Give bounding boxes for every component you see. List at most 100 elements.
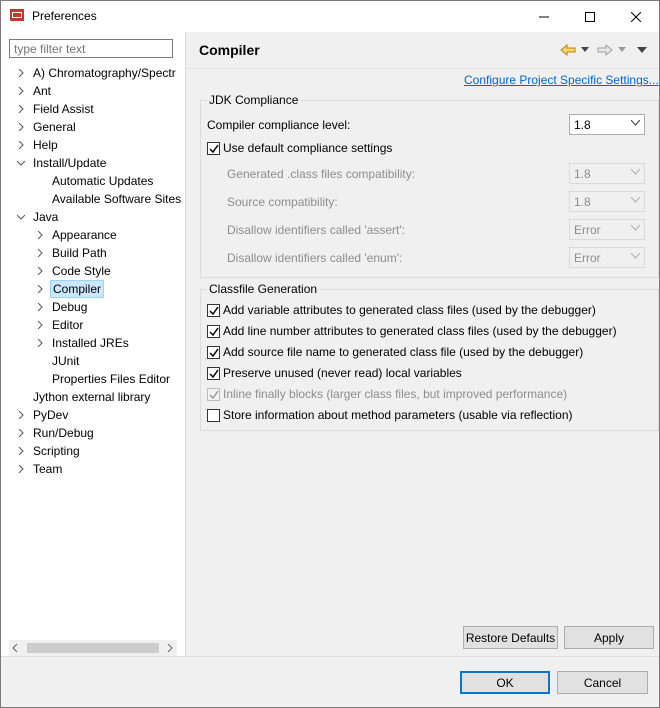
chevron-down-icon: [631, 253, 640, 259]
chevron-right-icon[interactable]: [36, 321, 44, 329]
classfile-option-label: Inline finally blocks (larger class file…: [223, 387, 568, 401]
tree-item[interactable]: Properties Files Editor: [1, 370, 179, 388]
chevron-right-icon[interactable]: [17, 87, 25, 95]
use-default-compliance-label: Use default compliance settings: [223, 141, 393, 155]
classfile-generation-title: Classfile Generation: [207, 282, 320, 296]
tree-item[interactable]: Install/Update: [1, 154, 179, 172]
use-default-compliance-checkbox[interactable]: [207, 142, 220, 155]
back-arrow-icon[interactable]: [560, 44, 576, 56]
tree-item[interactable]: Code Style: [1, 262, 179, 280]
tree-item-label: JUnit: [52, 354, 80, 368]
chevron-right-icon[interactable]: [36, 231, 44, 239]
tree-item-label: Editor: [52, 318, 84, 332]
tree-item[interactable]: Automatic Updates: [1, 172, 179, 190]
scrollbar-thumb[interactable]: [27, 643, 159, 653]
tree-horizontal-scrollbar[interactable]: [9, 640, 177, 656]
tree-item[interactable]: PyDev: [1, 406, 179, 424]
compiler-page: Compiler Configure Project Specific Sett…: [186, 32, 659, 656]
tree-item[interactable]: Available Software Sites: [1, 190, 181, 208]
classfile-option-checkbox[interactable]: [207, 367, 220, 380]
tree-item[interactable]: Appearance: [1, 226, 179, 244]
tree-item[interactable]: Team: [1, 460, 179, 478]
classfile-option-checkbox: [207, 388, 220, 401]
classfile-option-checkbox[interactable]: [207, 304, 220, 317]
close-button[interactable]: [613, 1, 659, 32]
tree-item[interactable]: Scripting: [1, 442, 179, 460]
chevron-down-icon: [631, 120, 640, 126]
classfile-option-checkbox[interactable]: [207, 409, 220, 422]
tree-item[interactable]: A) Chromatography/Spectr: [1, 64, 179, 82]
checkmark-icon: [209, 369, 219, 379]
tree-item-label: PyDev: [33, 408, 69, 422]
tree-item[interactable]: Editor: [1, 316, 179, 334]
scroll-right-icon[interactable]: [167, 644, 173, 652]
tree-item-label: A) Chromatography/Spectr: [33, 66, 176, 80]
close-icon: [631, 11, 641, 22]
tree-item[interactable]: Ant: [1, 82, 179, 100]
tree-item[interactable]: Help: [1, 136, 179, 154]
source-compat-select: 1.8: [569, 191, 645, 212]
maximize-button[interactable]: [567, 1, 613, 32]
restore-defaults-button[interactable]: Restore Defaults: [463, 626, 558, 649]
tree-item[interactable]: Run/Debug: [1, 424, 179, 442]
tree-item-label: Code Style: [52, 264, 111, 278]
tree-item-label: Run/Debug: [33, 426, 94, 440]
chevron-right-icon[interactable]: [36, 267, 44, 275]
forward-arrow-icon[interactable]: [597, 44, 613, 56]
chevron-right-icon[interactable]: [36, 303, 44, 311]
minimize-button[interactable]: [521, 1, 567, 32]
tree-item[interactable]: Installed JREs: [1, 334, 179, 352]
classfile-option-label: Store information about method parameter…: [223, 408, 573, 422]
tree-item[interactable]: Jython external library: [1, 388, 179, 406]
scroll-left-icon[interactable]: [12, 644, 18, 652]
chevron-right-icon[interactable]: [17, 465, 25, 473]
classfile-option-label: Preserve unused (never read) local varia…: [223, 366, 462, 380]
chevron-down-icon[interactable]: [17, 213, 25, 221]
tree-item[interactable]: Java: [1, 208, 179, 226]
classfile-option-checkbox[interactable]: [207, 346, 220, 359]
chevron-down-icon: [631, 169, 640, 175]
title-bar: Preferences: [1, 1, 659, 32]
tree-item-label: Build Path: [52, 246, 107, 260]
tree-item[interactable]: Field Assist: [1, 100, 179, 118]
tree-item[interactable]: Debug: [1, 298, 179, 316]
chevron-right-icon[interactable]: [17, 429, 25, 437]
tree-item[interactable]: Compiler: [1, 280, 179, 298]
chevron-right-icon[interactable]: [17, 105, 25, 113]
classfile-option-checkbox[interactable]: [207, 325, 220, 338]
footer-separator: [1, 656, 659, 657]
back-history-dropdown-icon[interactable]: [581, 47, 589, 52]
tree-item-label: General: [33, 120, 76, 134]
jdk-compliance-title: JDK Compliance: [207, 93, 301, 107]
chevron-down-icon[interactable]: [17, 159, 25, 167]
classfile-option-label: Add variable attributes to generated cla…: [223, 303, 596, 317]
compliance-level-select[interactable]: 1.8: [569, 114, 645, 135]
chevron-right-icon[interactable]: [36, 339, 44, 347]
preferences-window: Preferences A) Chromatography/Spectr Ant F…: [0, 0, 660, 708]
tree-item[interactable]: Build Path: [1, 244, 179, 262]
jdk-compliance-group: JDK Compliance Compiler compliance level…: [200, 93, 659, 278]
compliance-level-value: 1.8: [574, 118, 591, 132]
chevron-right-icon[interactable]: [17, 141, 25, 149]
preferences-tree-pane: A) Chromatography/Spectr Ant Field Assist G…: [1, 32, 186, 656]
chevron-right-icon[interactable]: [36, 249, 44, 257]
tree-item-label: Java: [33, 210, 59, 224]
ok-button[interactable]: OK: [460, 671, 550, 694]
forward-history-dropdown-icon[interactable]: [618, 47, 626, 52]
chevron-right-icon[interactable]: [17, 447, 25, 455]
chevron-right-icon[interactable]: [17, 69, 25, 77]
configure-project-settings-link[interactable]: Configure Project Specific Settings...: [464, 73, 659, 87]
cancel-button[interactable]: Cancel: [557, 671, 648, 694]
apply-button[interactable]: Apply: [564, 626, 654, 649]
tree-item[interactable]: JUnit: [1, 352, 179, 370]
chevron-right-icon[interactable]: [17, 411, 25, 419]
view-menu-icon[interactable]: [637, 47, 647, 53]
eclipse-app-icon: [10, 9, 24, 21]
page-title: Compiler: [199, 42, 260, 58]
tree-item[interactable]: General: [1, 118, 179, 136]
chevron-down-icon: [631, 197, 640, 203]
checkmark-icon: [209, 327, 219, 337]
filter-input[interactable]: [9, 39, 173, 58]
chevron-right-icon[interactable]: [17, 123, 25, 131]
chevron-right-icon[interactable]: [36, 285, 44, 293]
